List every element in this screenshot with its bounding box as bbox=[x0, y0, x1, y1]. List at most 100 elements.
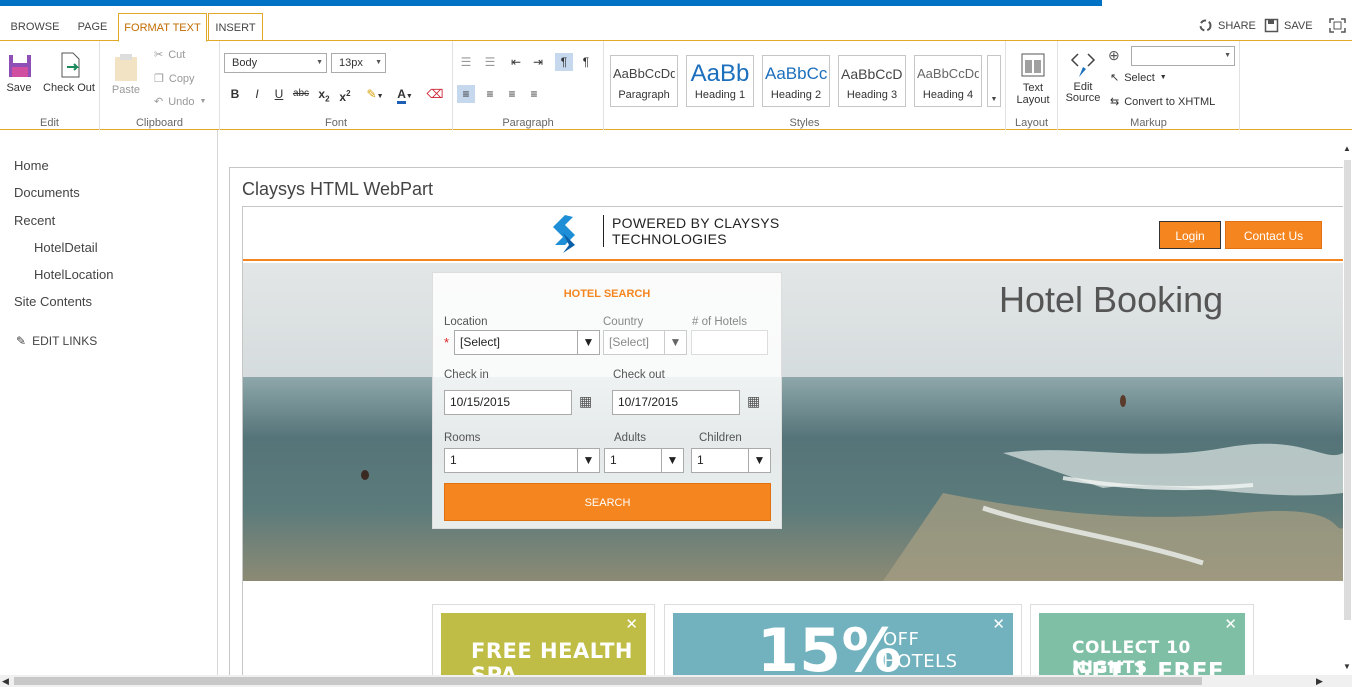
edit-source-button[interactable]: Edit Source bbox=[1064, 49, 1102, 104]
children-select[interactable]: 1 ▼ bbox=[691, 448, 771, 473]
checkout-button[interactable]: Check Out bbox=[42, 51, 96, 94]
superscript-icon[interactable]: x2 bbox=[336, 85, 354, 104]
cut-button[interactable]: ✂ Cut bbox=[154, 48, 185, 62]
group-edit: Save Check Out Edit bbox=[0, 41, 100, 130]
undo-button[interactable]: ↶ Undo ▼ bbox=[154, 95, 206, 109]
promo-card-spa[interactable]: FREE HEALTH SPA ✕ bbox=[432, 604, 655, 675]
login-button[interactable]: Login bbox=[1159, 221, 1221, 249]
share-label: SHARE bbox=[1218, 19, 1256, 32]
text-layout-button[interactable]: Text Layout bbox=[1012, 51, 1054, 106]
checkout-input[interactable]: 10/17/2015 bbox=[612, 390, 740, 415]
save-icon bbox=[1264, 18, 1279, 33]
close-icon[interactable]: ✕ bbox=[992, 615, 1005, 633]
promo-card-nights[interactable]: COLLECT 10 NIGHTS GET 1 FREE ✕ bbox=[1030, 604, 1254, 675]
adults-select[interactable]: 1 ▼ bbox=[604, 448, 684, 473]
tab-browse[interactable]: BROWSE bbox=[0, 13, 70, 41]
scroll-up-icon[interactable]: ▲ bbox=[1343, 144, 1351, 153]
convert-xhtml-button[interactable]: ⇆ Convert to XHTML bbox=[1110, 95, 1215, 109]
numbering-icon[interactable]: ☰ bbox=[481, 53, 499, 71]
strikethrough-icon[interactable]: abc bbox=[292, 85, 310, 103]
chevron-down-icon: ▼ bbox=[375, 59, 382, 66]
subscript-icon[interactable]: x2 bbox=[315, 85, 333, 103]
font-size-select[interactable]: 13px ▼ bbox=[331, 53, 386, 73]
align-center-icon[interactable]: ≡ bbox=[481, 85, 499, 103]
style-heading-3[interactable]: AaBbCcDd Heading 3 bbox=[838, 55, 906, 107]
webpart-title: Claysys HTML WebPart bbox=[242, 179, 434, 199]
search-button[interactable]: SEARCH bbox=[444, 483, 771, 521]
rooms-select[interactable]: 1 ▼ bbox=[444, 448, 600, 473]
clear-format-icon[interactable]: ⌫ bbox=[426, 85, 444, 103]
tab-page[interactable]: PAGE bbox=[70, 13, 115, 41]
close-icon[interactable]: ✕ bbox=[625, 615, 638, 633]
nav-documents[interactable]: Documents bbox=[14, 185, 80, 200]
copy-label: Copy bbox=[168, 72, 195, 85]
bullets-icon[interactable]: ☰ bbox=[457, 53, 475, 71]
nav-hotel-location[interactable]: HotelLocation bbox=[34, 267, 114, 282]
scroll-right-icon[interactable]: ▶ bbox=[1316, 676, 1323, 687]
hotels-count-input[interactable] bbox=[691, 330, 768, 355]
country-value: [Select] bbox=[609, 335, 650, 349]
checkin-input[interactable]: 10/15/2015 bbox=[444, 390, 572, 415]
calendar-icon[interactable]: ▦ bbox=[579, 393, 592, 410]
group-font: Body ▼ 13px ▼ B I U abc x2 x2 ✎▼ A▼ ⌫ Font bbox=[220, 41, 453, 130]
close-icon[interactable]: ✕ bbox=[1224, 615, 1237, 633]
checkout-icon bbox=[61, 52, 80, 78]
scroll-thumb[interactable] bbox=[1344, 160, 1351, 620]
paste-button[interactable]: Paste bbox=[110, 53, 142, 96]
scroll-down-icon[interactable]: ▼ bbox=[1343, 662, 1351, 671]
contact-us-button[interactable]: Contact Us bbox=[1225, 221, 1322, 249]
font-color-icon[interactable]: A▼ bbox=[392, 85, 418, 104]
style-heading-4[interactable]: AaBbCcDdE Heading 4 bbox=[914, 55, 982, 107]
nav-recent[interactable]: Recent bbox=[14, 213, 55, 228]
tab-format-text[interactable]: FORMAT TEXT bbox=[118, 13, 207, 42]
ribbon-tabs: BROWSE PAGE FORMAT TEXT INSERT bbox=[0, 13, 1352, 42]
vertical-scrollbar[interactable]: ▲ ▼ bbox=[1343, 130, 1352, 675]
calendar-icon[interactable]: ▦ bbox=[747, 393, 760, 410]
nav-site-contents[interactable]: Site Contents bbox=[14, 294, 92, 309]
style-paragraph[interactable]: AaBbCcDdE Paragraph bbox=[610, 55, 678, 107]
country-select[interactable]: [Select] ▼ bbox=[603, 330, 687, 355]
copy-button[interactable]: ❐ Copy bbox=[154, 72, 195, 86]
share-button[interactable]: SHARE bbox=[1198, 18, 1256, 33]
group-clipboard: Paste ✂ Cut ❐ Copy ↶ Undo ▼ Clipboard bbox=[100, 41, 220, 130]
rtl-icon[interactable]: ¶ bbox=[577, 53, 595, 71]
focus-button[interactable] bbox=[1329, 18, 1346, 33]
scroll-thumb[interactable] bbox=[14, 677, 1202, 685]
group-label: Markup bbox=[1130, 117, 1167, 129]
rooms-value: 1 bbox=[450, 453, 457, 467]
ltr-icon[interactable]: ¶ bbox=[555, 53, 573, 71]
justify-icon[interactable]: ≡ bbox=[525, 85, 543, 103]
save-page-button[interactable]: SAVE bbox=[1264, 18, 1313, 33]
group-label: Font bbox=[324, 117, 347, 129]
tab-insert[interactable]: INSERT bbox=[208, 13, 263, 41]
promo-card-discount[interactable]: 15% OFF HOTELS ✕ bbox=[664, 604, 1022, 675]
location-select[interactable]: [Select] ▼ bbox=[454, 330, 600, 355]
font-family-select[interactable]: Body ▼ bbox=[224, 53, 327, 73]
text-layout-label: Text Layout bbox=[1016, 82, 1050, 106]
align-right-icon[interactable]: ≡ bbox=[503, 85, 521, 103]
paste-label: Paste bbox=[111, 84, 141, 96]
edit-links-button[interactable]: ✎ EDIT LINKS bbox=[16, 334, 97, 348]
highlight-icon[interactable]: ✎▼ bbox=[362, 85, 388, 103]
style-preview: AaBbCc bbox=[765, 64, 827, 83]
group-markup: Edit Source ⊕ ▼ ↖ Select ▼ ⇆ Convert to XHT… bbox=[1058, 41, 1240, 130]
pointer-icon: ↖ bbox=[1110, 72, 1120, 84]
italic-icon[interactable]: I bbox=[248, 85, 266, 103]
scroll-left-icon[interactable]: ◀ bbox=[2, 676, 9, 687]
bold-icon[interactable]: B bbox=[226, 85, 244, 103]
nav-hotel-detail[interactable]: HotelDetail bbox=[34, 240, 98, 255]
style-heading-1[interactable]: AaBb Heading 1 bbox=[686, 55, 754, 107]
outdent-icon[interactable]: ⇤ bbox=[507, 53, 525, 71]
indent-icon[interactable]: ⇥ bbox=[529, 53, 547, 71]
styles-more-button[interactable]: ▼ bbox=[987, 55, 1001, 107]
focus-icon bbox=[1329, 18, 1346, 33]
align-left-icon[interactable]: ≡ bbox=[457, 85, 475, 103]
style-heading-2[interactable]: AaBbCc Heading 2 bbox=[762, 55, 830, 107]
chevron-down-icon: ▼ bbox=[748, 449, 770, 472]
markup-styles-select[interactable]: ▼ bbox=[1131, 46, 1235, 66]
underline-icon[interactable]: U bbox=[270, 85, 288, 103]
horizontal-scrollbar[interactable]: ◀ ▶ bbox=[0, 675, 1352, 687]
ribbon-save-button[interactable]: Save bbox=[4, 51, 34, 94]
select-button[interactable]: ↖ Select ▼ bbox=[1110, 71, 1167, 85]
nav-home[interactable]: Home bbox=[14, 158, 49, 173]
